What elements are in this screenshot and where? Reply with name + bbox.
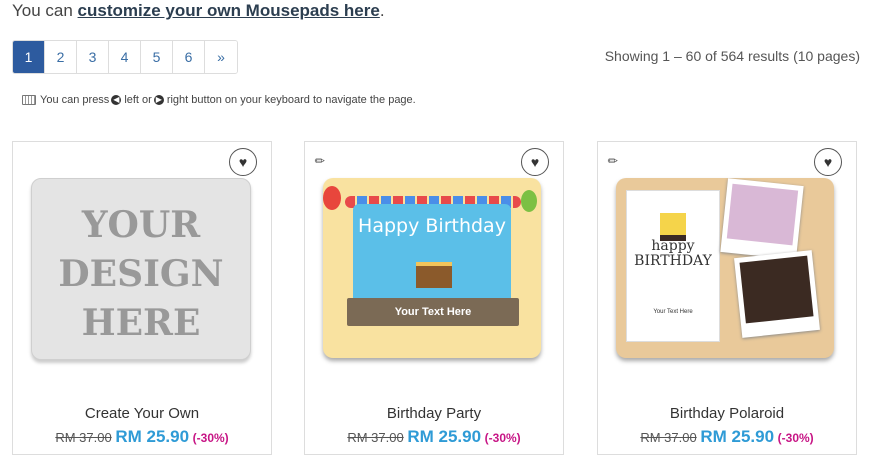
- product-title[interactable]: Birthday Polaroid: [598, 405, 856, 422]
- page-5-button[interactable]: 5: [141, 41, 173, 73]
- image-title: happy BIRTHDAY: [634, 238, 712, 269]
- polaroid-photo-baby: [720, 178, 804, 260]
- intro-prefix: You can: [12, 1, 78, 20]
- heart-icon[interactable]: ♥: [521, 148, 549, 176]
- product-price: RM 37.00 RM 25.90 (-30%): [305, 427, 563, 447]
- new-price: RM 25.90: [407, 427, 482, 446]
- balloon-icon: [323, 186, 341, 210]
- results-count: Showing 1 – 60 of 564 results (10 pages): [604, 48, 860, 64]
- image-frame: Happy Birthday: [353, 204, 511, 304]
- old-price: RM 37.00: [347, 430, 404, 445]
- discount-badge: (-30%): [192, 431, 229, 445]
- keyboard-hint: You can press ◀ left or ▶ right button o…: [22, 94, 416, 106]
- product-title[interactable]: Birthday Party: [305, 405, 563, 422]
- product-image[interactable]: YOUR DESIGN HERE: [31, 178, 251, 360]
- chevron-right-icon: ▶: [153, 95, 164, 105]
- next-page-button[interactable]: »: [205, 41, 237, 73]
- image-banner: Your Text Here: [347, 298, 519, 326]
- image-text: YOUR DESIGN HERE: [58, 204, 224, 344]
- polaroid-photo-cake: [734, 250, 820, 338]
- balloon-icon: [521, 190, 537, 212]
- cake-icon: [416, 262, 452, 288]
- pencil-icon: ✎: [311, 152, 329, 170]
- heart-icon[interactable]: ♥: [814, 148, 842, 176]
- page-4-button[interactable]: 4: [109, 41, 141, 73]
- product-price: RM 37.00 RM 25.90 (-30%): [13, 427, 271, 447]
- page-3-button[interactable]: 3: [77, 41, 109, 73]
- chevron-left-icon: ◀: [111, 95, 122, 105]
- keyboard-icon: [22, 95, 36, 105]
- page-6-button[interactable]: 6: [173, 41, 205, 73]
- cake-icon: [660, 213, 686, 241]
- intro-text: You can customize your own Mousepads her…: [12, 0, 385, 22]
- customize-link[interactable]: customize your own Mousepads here: [78, 1, 380, 20]
- old-price: RM 37.00: [55, 430, 112, 445]
- product-title[interactable]: Create Your Own: [13, 405, 271, 422]
- new-price: RM 25.90: [700, 427, 775, 446]
- intro-suffix: .: [379, 1, 385, 20]
- hint-part-b: left or: [124, 94, 152, 106]
- hint-part-a: You can press: [40, 94, 110, 106]
- image-subtext: Your Text Here: [653, 309, 693, 315]
- heart-icon[interactable]: ♥: [229, 148, 257, 176]
- pencil-icon: ✎: [604, 152, 622, 170]
- page-1-button[interactable]: 1: [13, 41, 45, 73]
- image-title: Happy Birthday: [358, 215, 506, 237]
- product-card-birthday-polaroid[interactable]: ✎ ♥ happy BIRTHDAY Your Text Here Birthd…: [597, 141, 857, 455]
- product-card-birthday-party[interactable]: ✎ ♥ Happy Birthday Your Text Here Birthd…: [304, 141, 564, 455]
- product-card-create-your-own[interactable]: ♥ YOUR DESIGN HERE Create Your Own RM 37…: [12, 141, 272, 455]
- product-image[interactable]: Happy Birthday Your Text Here: [323, 178, 541, 358]
- old-price: RM 37.00: [640, 430, 697, 445]
- discount-badge: (-30%): [777, 431, 814, 445]
- new-price: RM 25.90: [115, 427, 190, 446]
- product-image[interactable]: happy BIRTHDAY Your Text Here: [616, 178, 834, 358]
- discount-badge: (-30%): [484, 431, 521, 445]
- greeting-card: happy BIRTHDAY Your Text Here: [626, 190, 720, 342]
- pagination: 1 2 3 4 5 6 »: [12, 40, 238, 74]
- hint-part-c: right button on your keyboard to navigat…: [166, 94, 416, 106]
- page-2-button[interactable]: 2: [45, 41, 77, 73]
- product-price: RM 37.00 RM 25.90 (-30%): [598, 427, 856, 447]
